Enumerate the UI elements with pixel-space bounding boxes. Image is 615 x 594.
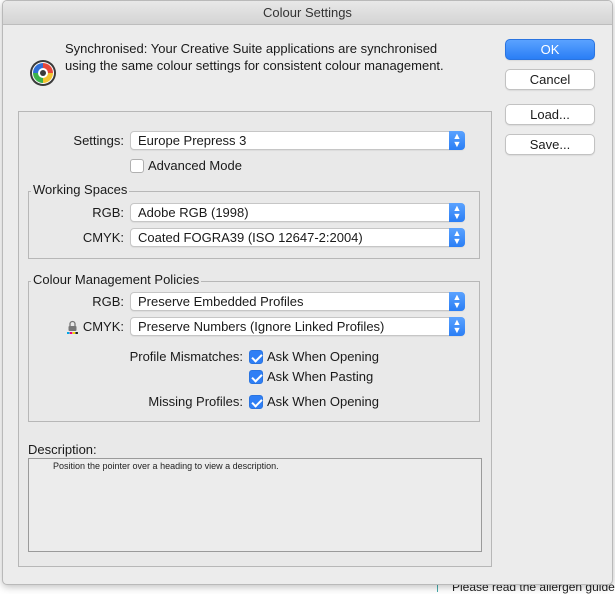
chevron-updown-icon: ▲ ▼ (449, 228, 465, 247)
working-cmyk-label: CMYK: (82, 230, 124, 245)
settings-select[interactable]: Europe Prepress 3 ▲ ▼ (130, 131, 465, 150)
working-spaces-group: Working Spaces (28, 182, 480, 259)
sync-status-line-2: using the same colour settings for consi… (65, 58, 444, 73)
advanced-mode-label: Advanced Mode (148, 158, 242, 173)
color-sync-icon (30, 60, 56, 86)
policy-rgb-label: RGB: (92, 294, 124, 309)
sync-status-line-1: Synchronised: Your Creative Suite applic… (65, 41, 438, 56)
advanced-mode-checkbox[interactable] (130, 159, 144, 173)
mismatch-ask-pasting-label: Ask When Pasting (267, 369, 374, 384)
ok-button[interactable]: OK (505, 39, 595, 60)
policies-title: Colour Management Policies (31, 272, 202, 287)
cancel-button[interactable]: Cancel (505, 69, 595, 90)
window-title: Colour Settings (3, 1, 612, 25)
description-box: Position the pointer over a heading to v… (28, 458, 482, 552)
working-rgb-select[interactable]: Adobe RGB (1998) ▲ ▼ (130, 203, 465, 222)
policy-rgb-value: Preserve Embedded Profiles (138, 294, 304, 309)
description-title: Description: (28, 442, 97, 457)
policy-cmyk-select[interactable]: Preserve Numbers (Ignore Linked Profiles… (130, 317, 465, 336)
mismatch-ask-opening-label: Ask When Opening (267, 349, 380, 364)
chevron-updown-icon: ▲ ▼ (449, 203, 465, 222)
working-cmyk-value: Coated FOGRA39 (ISO 12647-2:2004) (138, 230, 363, 245)
missing-ask-opening-label: Ask When Opening (267, 394, 380, 409)
lock-icon (67, 320, 78, 334)
missing-ask-opening-checkbox[interactable] (249, 395, 263, 409)
working-rgb-label: RGB: (92, 205, 124, 220)
policy-cmyk-value: Preserve Numbers (Ignore Linked Profiles… (138, 319, 385, 334)
chevron-updown-icon: ▲ ▼ (449, 292, 465, 311)
working-spaces-title: Working Spaces (31, 182, 130, 197)
save-button[interactable]: Save... (505, 134, 595, 155)
profile-mismatches-label: Profile Mismatches: (129, 349, 243, 364)
mismatch-ask-opening-checkbox[interactable] (249, 350, 263, 364)
missing-profiles-label: Missing Profiles: (148, 394, 243, 409)
sync-status-text: Synchronised: Your Creative Suite applic… (65, 40, 485, 74)
settings-value: Europe Prepress 3 (138, 133, 247, 148)
chevron-updown-icon: ▲ ▼ (449, 317, 465, 336)
policy-cmyk-label: CMYK: (82, 319, 124, 334)
working-rgb-value: Adobe RGB (1998) (138, 205, 249, 220)
settings-label: Settings: (73, 133, 124, 148)
colour-settings-dialog: Colour Settings Synchronised: Your Creat… (2, 0, 613, 585)
working-cmyk-select[interactable]: Coated FOGRA39 (ISO 12647-2:2004) ▲ ▼ (130, 228, 465, 247)
policy-rgb-select[interactable]: Preserve Embedded Profiles ▲ ▼ (130, 292, 465, 311)
load-button[interactable]: Load... (505, 104, 595, 125)
chevron-updown-icon: ▲ ▼ (449, 131, 465, 150)
description-text: Position the pointer over a heading to v… (53, 461, 279, 471)
mismatch-ask-pasting-checkbox[interactable] (249, 370, 263, 384)
